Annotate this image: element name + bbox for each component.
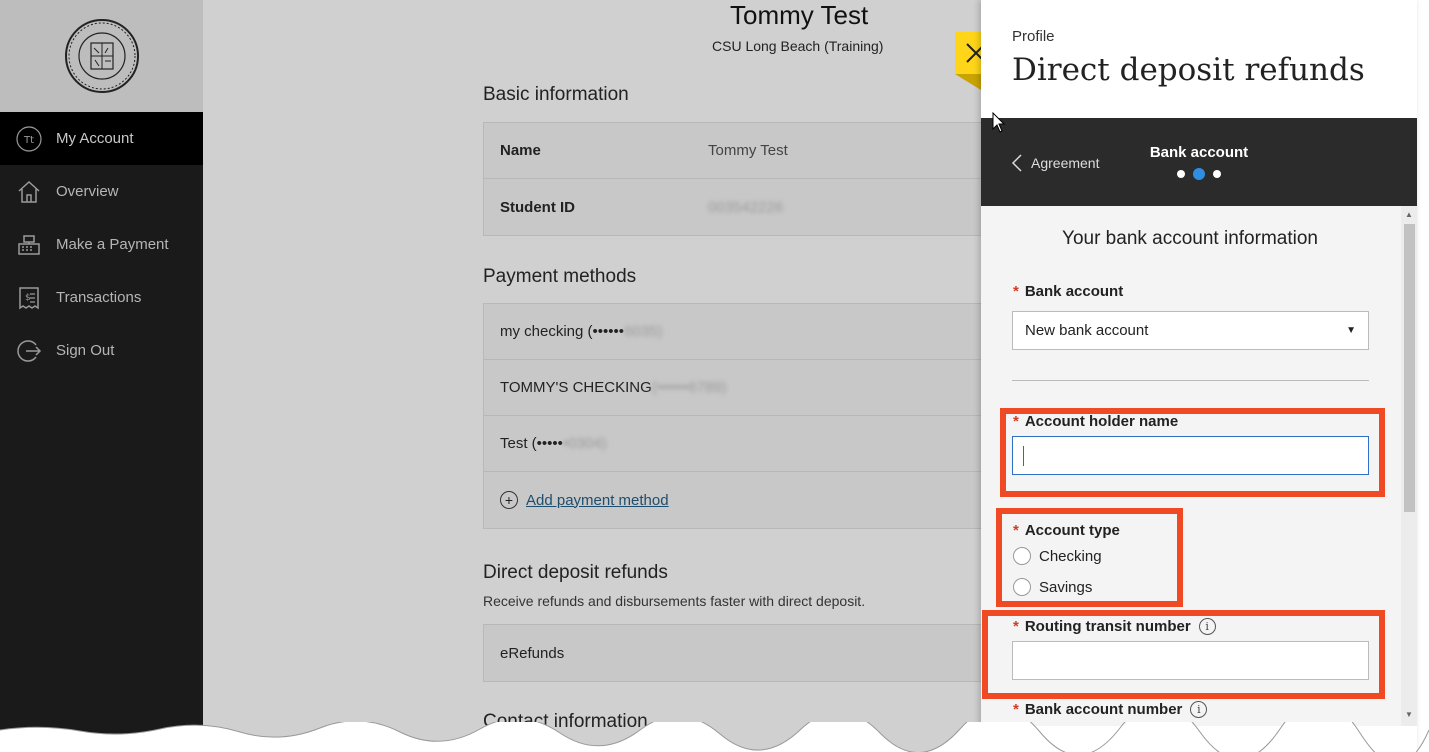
close-button-tail: [955, 74, 981, 90]
sidebar-item-overview[interactable]: Overview: [0, 165, 203, 218]
payment-method-masked: (••••••6789): [651, 379, 727, 396]
row-value: Tommy Test: [708, 142, 788, 159]
logo-area: [0, 0, 203, 112]
scroll-up-arrow-icon[interactable]: ▲: [1405, 210, 1413, 219]
wizard-step-label: Bank account: [1149, 144, 1249, 161]
bank-account-select-value: New bank account: [1025, 322, 1149, 339]
basic-info-title: Basic information: [483, 84, 629, 105]
scroll-down-arrow-icon[interactable]: ▼: [1405, 710, 1413, 719]
payment-method-text: Test (•••••: [500, 435, 563, 452]
dropdown-arrow-icon: ▼: [1346, 325, 1356, 336]
row-value-blurred: 003542226: [708, 198, 784, 216]
panel-scrollbar[interactable]: ▲ ▼: [1401, 206, 1417, 726]
direct-deposit-panel: Profile Direct deposit refunds Agreement…: [981, 0, 1417, 752]
payment-methods-title: Payment methods: [483, 266, 637, 287]
required-mark: *: [1013, 283, 1019, 300]
bank-account-number-label: * Bank account number i: [1013, 701, 1208, 718]
row-label: Student ID: [500, 198, 575, 216]
row-label: Name: [500, 142, 541, 159]
add-circle-icon: +: [500, 491, 518, 509]
add-payment-method-link[interactable]: Add payment method: [526, 492, 669, 509]
scroll-thumb[interactable]: [1404, 224, 1415, 512]
highlight-box-holder-name: [1000, 408, 1385, 497]
info-icon[interactable]: i: [1190, 701, 1208, 718]
payment-method-text: my checking (••••••: [500, 323, 625, 340]
sidebar-item-transactions[interactable]: $ Transactions: [0, 271, 203, 324]
sidebar-item-make-a-payment[interactable]: Make a Payment: [0, 218, 203, 271]
step-dot-active: [1193, 168, 1205, 180]
sidebar-item-label: Make a Payment: [56, 236, 169, 253]
main-content: Tommy Test CSU Long Beach (Training) Bas…: [203, 0, 981, 752]
mouse-cursor-icon: [992, 112, 1006, 133]
sidebar-item-label: Overview: [56, 183, 119, 200]
form-heading: Your bank account information: [1062, 228, 1318, 249]
home-icon: [16, 179, 42, 205]
form-divider: [1012, 380, 1369, 381]
highlight-box-routing-number: [982, 610, 1385, 699]
sidebar-item-my-account[interactable]: Tt My Account: [0, 112, 203, 165]
avatar-initials: Tt: [23, 135, 34, 146]
panel-kicker: Profile: [1012, 28, 1055, 45]
erefunds-item[interactable]: eRefunds: [484, 625, 981, 681]
add-payment-method-row[interactable]: + Add payment method: [484, 472, 981, 528]
bank-account-label: * Bank account: [1013, 283, 1123, 300]
payment-method-item[interactable]: Test (••••• •0304): [484, 416, 981, 472]
required-mark: *: [1013, 701, 1019, 718]
step-dot: [1213, 170, 1221, 178]
sign-out-icon: [16, 338, 42, 364]
user-name: Tommy Test: [730, 0, 869, 30]
payment-methods-card: my checking (•••••• 6035) TOMMY'S CHECKIN…: [483, 303, 981, 529]
payment-method-masked: •0304): [562, 435, 607, 452]
bank-account-select[interactable]: New bank account ▼: [1012, 311, 1369, 350]
cash-register-icon: [16, 232, 42, 258]
direct-deposit-subtitle: Receive refunds and disbursements faster…: [483, 593, 866, 609]
svg-text:$: $: [25, 293, 31, 303]
basic-info-card: Name Tommy Test Student ID 003542226: [483, 122, 981, 236]
sidebar-item-sign-out[interactable]: Sign Out: [0, 324, 203, 377]
receipt-icon: $: [16, 285, 42, 311]
sidebar: Tt My Account Overview Make a Payment $ …: [0, 0, 203, 752]
sidebar-item-label: Transactions: [56, 289, 142, 306]
direct-deposit-title: Direct deposit refunds: [483, 562, 668, 583]
erefunds-label: eRefunds: [500, 644, 565, 662]
payment-method-text: TOMMY'S CHECKING: [500, 379, 652, 396]
bank-form: Your bank account information * Bank acc…: [981, 206, 1417, 726]
bank-account-number-label-text: Bank account number: [1024, 701, 1183, 718]
payment-method-item[interactable]: my checking (•••••• 6035): [484, 304, 981, 360]
torn-edge-decoration: [0, 722, 1429, 752]
info-row-student-id: Student ID 003542226: [484, 179, 981, 235]
step-dot: [1177, 170, 1185, 178]
info-row-name: Name Tommy Test: [484, 123, 981, 179]
payment-method-masked: 6035): [624, 323, 663, 340]
initials-avatar-icon: Tt: [16, 125, 42, 152]
university-seal-logo: [64, 19, 139, 93]
page: Tt My Account Overview Make a Payment $ …: [0, 0, 1429, 752]
panel-title: Direct deposit refunds: [1012, 52, 1365, 88]
wizard-progress-dots: [981, 168, 1417, 180]
sidebar-item-label: Sign Out: [56, 342, 115, 359]
payment-method-item[interactable]: TOMMY'S CHECKING (••••••6789): [484, 360, 981, 416]
sidebar-item-label: My Account: [56, 130, 134, 147]
wizard-bar: Agreement Bank account: [981, 118, 1417, 206]
bank-account-label-text: Bank account: [1024, 283, 1124, 300]
highlight-box-account-type: [996, 508, 1183, 607]
direct-deposit-card: eRefunds: [483, 624, 981, 682]
user-school: CSU Long Beach (Training): [712, 38, 884, 54]
